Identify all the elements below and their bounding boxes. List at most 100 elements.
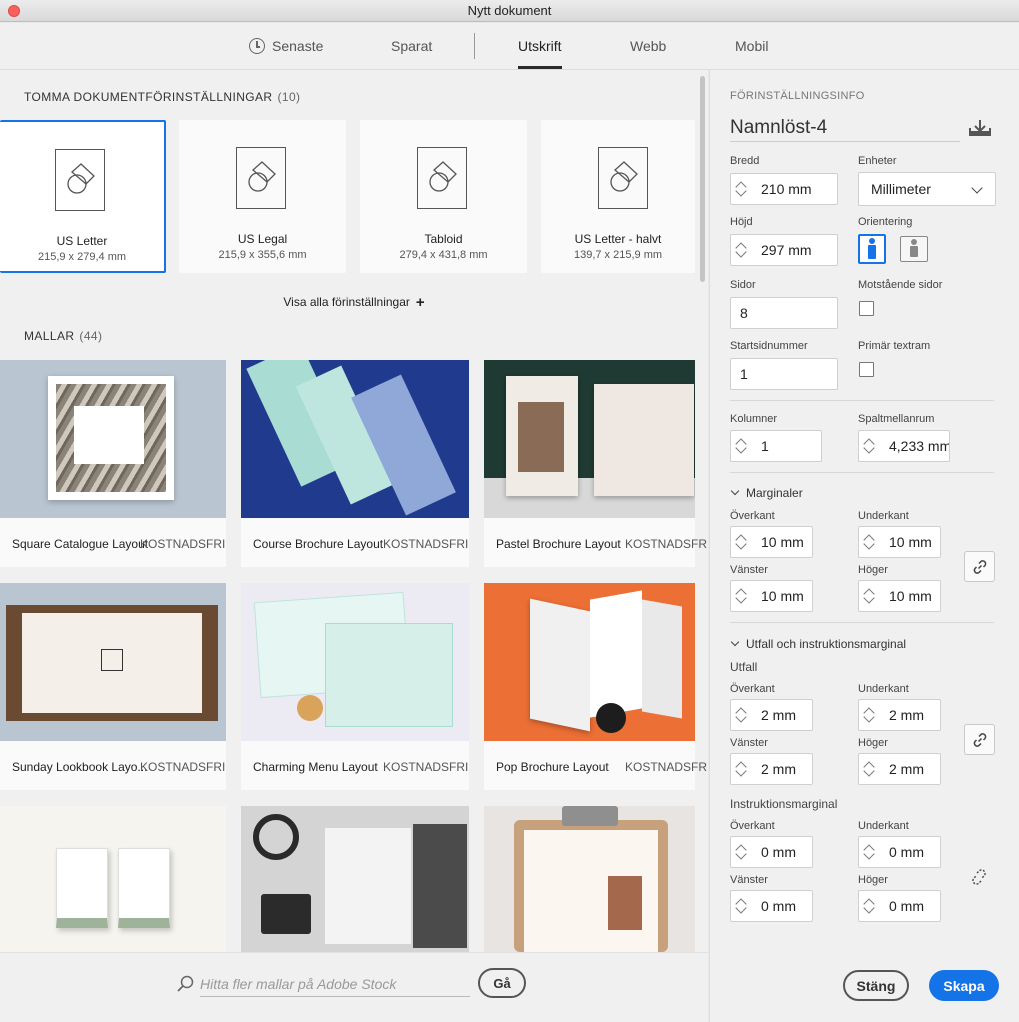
tab-mobil[interactable]: Mobil: [735, 23, 768, 69]
template-thumbnail: [0, 583, 226, 741]
presets-heading-text: TOMMA DOKUMENTFÖRINSTÄLLNINGAR: [24, 90, 273, 104]
units-dropdown[interactable]: Millimeter: [858, 172, 996, 206]
bleed-bottom-value: 2 mm: [889, 707, 924, 723]
stepper-arrows[interactable]: [859, 754, 881, 784]
stepper-arrows[interactable]: [731, 581, 753, 611]
stepper-arrows[interactable]: [859, 891, 881, 921]
title-bar: Nytt dokument: [0, 0, 1019, 22]
bleed-bottom-stepper[interactable]: 2 mm: [858, 699, 941, 731]
bleed-right-stepper[interactable]: 2 mm: [858, 753, 941, 785]
template-name: Charming Menu Layout: [253, 760, 378, 774]
preset-tabloid[interactable]: Tabloid 279,4 x 431,8 mm: [360, 120, 527, 273]
link-margins-button[interactable]: [964, 551, 995, 582]
margin-right-stepper[interactable]: 10 mm: [858, 580, 941, 612]
preset-size: 215,9 x 355,6 mm: [218, 249, 307, 261]
stepper-arrows[interactable]: [859, 527, 881, 557]
stepper-arrows[interactable]: [731, 700, 753, 730]
slug-bottom-stepper[interactable]: 0 mm: [858, 836, 941, 868]
gutter-stepper[interactable]: 4,233 mm: [858, 430, 950, 462]
facing-pages-label: Motstående sidor: [858, 279, 943, 291]
stepper-arrows[interactable]: [731, 235, 753, 265]
tab-senaste[interactable]: Senaste: [249, 23, 323, 69]
template-card[interactable]: Pop Brochure Layout KOSTNADSFRI: [484, 583, 708, 790]
portrait-icon: [868, 238, 876, 259]
template-thumbnail: [241, 583, 469, 741]
height-stepper[interactable]: 297 mm: [730, 234, 838, 266]
templates-count: (44): [79, 329, 103, 343]
slug-right-stepper[interactable]: 0 mm: [858, 890, 941, 922]
close-button[interactable]: Stäng: [843, 970, 909, 1001]
preset-us-legal[interactable]: US Legal 215,9 x 355,6 mm: [179, 120, 346, 273]
stock-search-input[interactable]: [200, 971, 470, 997]
template-thumbnail: [484, 806, 695, 952]
template-thumbnail: [484, 583, 695, 741]
template-card[interactable]: Pastel Brochure Layout KOSTNADSFRI: [484, 360, 708, 567]
stepper-arrows[interactable]: [731, 174, 753, 204]
margin-left-stepper[interactable]: 10 mm: [730, 580, 813, 612]
landscape-orientation-button[interactable]: [900, 236, 928, 262]
margins-section-toggle[interactable]: Marginaler: [730, 486, 803, 500]
tab-sparat[interactable]: Sparat: [391, 23, 432, 69]
stepper-arrows[interactable]: [731, 891, 753, 921]
preset-us-letter[interactable]: US Letter 215,9 x 279,4 mm: [0, 120, 166, 273]
create-button[interactable]: Skapa: [929, 970, 999, 1001]
template-card[interactable]: [241, 806, 469, 952]
width-stepper[interactable]: 210 mm: [730, 173, 838, 205]
preset-us-letter-half[interactable]: US Letter - halvt 139,7 x 215,9 mm: [541, 120, 695, 273]
slug-left-stepper[interactable]: 0 mm: [730, 890, 813, 922]
presets-count: (10): [277, 90, 301, 104]
tab-webb[interactable]: Webb: [630, 23, 666, 69]
stepper-arrows[interactable]: [731, 431, 753, 461]
portrait-orientation-button[interactable]: [858, 234, 886, 264]
width-label: Bredd: [730, 155, 760, 167]
bleed-right-label: Höger: [858, 737, 888, 749]
save-preset-icon[interactable]: [968, 118, 992, 138]
slug-top-value: 0 mm: [761, 844, 796, 860]
presets-heading: TOMMA DOKUMENTFÖRINSTÄLLNINGAR (10): [24, 90, 300, 104]
margin-bottom-value: 10 mm: [889, 534, 932, 550]
template-name: Course Brochure Layout: [253, 537, 384, 551]
gutter-value: 4,233 mm: [889, 438, 950, 454]
bleed-top-label: Överkant: [730, 683, 775, 695]
stepper-arrows[interactable]: [859, 431, 881, 461]
broken-link-icon[interactable]: [970, 868, 988, 886]
template-card[interactable]: [0, 806, 226, 952]
template-card[interactable]: [484, 806, 695, 952]
link-bleed-button[interactable]: [964, 724, 995, 755]
stepper-arrows[interactable]: [731, 754, 753, 784]
template-card[interactable]: Charming Menu Layout KOSTNADSFRI: [241, 583, 469, 790]
template-thumbnail: [241, 806, 469, 952]
slug-top-stepper[interactable]: 0 mm: [730, 836, 813, 868]
stepper-arrows[interactable]: [859, 837, 881, 867]
template-price: KOSTNADSFRI: [383, 760, 469, 774]
close-window-button[interactable]: [8, 5, 20, 17]
template-card[interactable]: Sunday Lookbook Layo... KOSTNADSFRI: [0, 583, 226, 790]
margin-top-stepper[interactable]: 10 mm: [730, 526, 813, 558]
template-card[interactable]: Course Brochure Layout KOSTNADSFRI: [241, 360, 469, 567]
margin-bottom-stepper[interactable]: 10 mm: [858, 526, 941, 558]
template-name: Pastel Brochure Layout: [496, 537, 621, 551]
stepper-arrows[interactable]: [731, 837, 753, 867]
start-page-input[interactable]: 1: [730, 358, 838, 390]
tab-utskrift[interactable]: Utskrift: [518, 23, 562, 69]
view-all-presets-link[interactable]: Visa alla förinställningar +: [0, 294, 708, 311]
bleed-bottom-label: Underkant: [858, 683, 909, 695]
width-value: 210 mm: [761, 181, 812, 197]
pages-input[interactable]: 8: [730, 297, 838, 329]
document-name-input[interactable]: [730, 114, 960, 142]
bleed-section-toggle[interactable]: Utfall och instruktionsmarginal: [730, 637, 906, 651]
bleed-left-stepper[interactable]: 2 mm: [730, 753, 813, 785]
preset-info-heading: FÖRINSTÄLLNINGSINFO: [730, 90, 865, 102]
stepper-arrows[interactable]: [859, 700, 881, 730]
bleed-top-stepper[interactable]: 2 mm: [730, 699, 813, 731]
template-card[interactable]: Square Catalogue Layout KOSTNADSFRI: [0, 360, 226, 567]
facing-pages-checkbox[interactable]: [859, 301, 874, 316]
window-title: Nytt dokument: [467, 3, 552, 18]
presets-scrollbar[interactable]: [700, 76, 705, 282]
go-button[interactable]: Gå: [478, 968, 526, 998]
columns-stepper[interactable]: 1: [730, 430, 822, 462]
preset-size: 139,7 x 215,9 mm: [573, 249, 663, 261]
stepper-arrows[interactable]: [859, 581, 881, 611]
stepper-arrows[interactable]: [731, 527, 753, 557]
primary-text-frame-checkbox[interactable]: [859, 362, 874, 377]
